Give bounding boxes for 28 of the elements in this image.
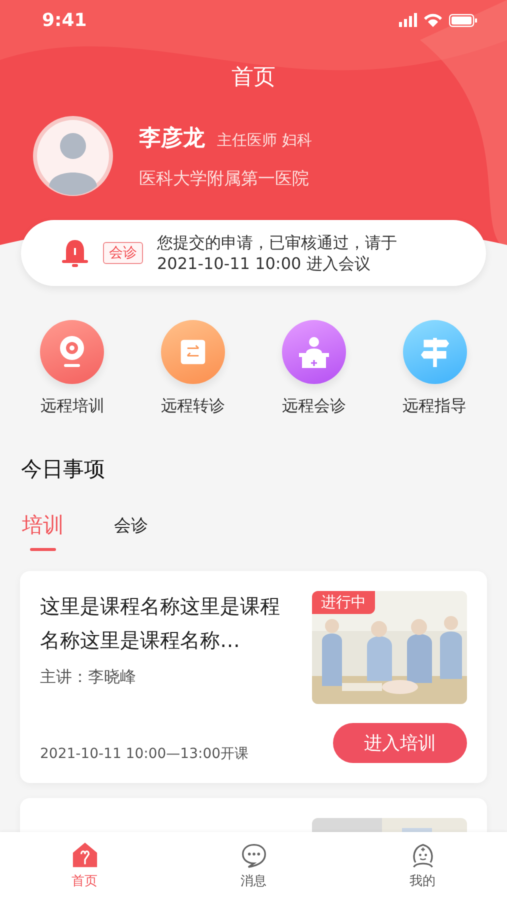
signpost-icon: [418, 336, 451, 368]
notice-tag: 会诊: [103, 242, 143, 264]
notice-text: 2021-10-11 10:00 进入会议: [157, 253, 372, 274]
enter-button[interactable]: 进入培训: [333, 723, 467, 763]
hospital-name: 医科大学附属第一医院: [139, 168, 310, 190]
tab[interactable]: 会诊: [114, 511, 148, 551]
course-title: 这里是课程名称这里是课程名称这里是课程名称…: [40, 593, 281, 654]
page-title: 首页: [230, 64, 276, 92]
nav-tab[interactable]: 我的: [392, 842, 452, 890]
course-card[interactable]: 这里是课程名称这里是课程名称这里是课程名称… 主讲：李晓峰 2021-10-11 10:00—13:00开课 进行中 进入培训: [20, 571, 487, 783]
status-time: 9:41: [42, 10, 87, 30]
home-icon: [72, 842, 98, 868]
battery-icon: [449, 14, 477, 26]
course-lecturer: 主讲：李晓峰: [40, 667, 137, 688]
doctor-desk-icon: [296, 335, 331, 369]
bell-icon: [61, 238, 89, 268]
status-tag: 进行中: [312, 591, 375, 614]
notice-card[interactable]: 会诊 您提交的申请，已审核通过，请于 2021-10-11 10:00 进入会议: [21, 220, 486, 286]
notice-text: 您提交的申请，已审核通过，请于: [157, 232, 397, 253]
doctor-name: 李彦龙: [139, 124, 205, 152]
doctor-title: 主任医师 妇科: [217, 130, 312, 150]
transfer-icon: [179, 338, 208, 366]
course-time: 2021-10-11 10:00—13:00开课: [40, 745, 250, 763]
section-title: 今日事项: [21, 456, 106, 483]
nav-tab[interactable]: 消息: [224, 842, 284, 890]
wifi-icon: [424, 13, 442, 27]
signal-icon: [399, 12, 417, 28]
chat-icon: [240, 842, 266, 868]
